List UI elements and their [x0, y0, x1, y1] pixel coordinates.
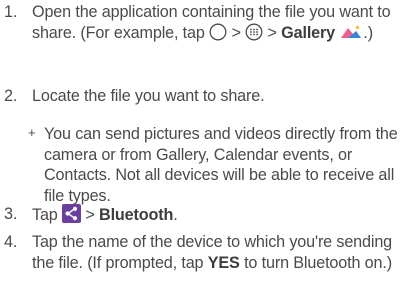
step-text: Tap [32, 206, 58, 224]
separator: > [231, 23, 241, 42]
step-3: 3. Tap > Bluetooth. [4, 204, 398, 229]
step-number: 1. [4, 3, 18, 21]
home-circle-icon [209, 23, 227, 47]
separator: > [267, 23, 277, 42]
step-number: 4. [4, 233, 18, 251]
bluetooth-label: Bluetooth [99, 206, 174, 224]
bullet-marker: + [28, 125, 36, 140]
instruction-document: 1. Open the application containing the f… [0, 0, 400, 295]
step-text-end: to turn Bluetooth on.) [244, 253, 392, 272]
yes-label: YES [207, 253, 240, 272]
step-1: 1. Open the application containing the f… [4, 2, 398, 46]
step-number: 3. [4, 205, 18, 223]
step-4: 4. Tap the name of the device to which y… [4, 232, 398, 273]
step-2: 2. Locate the file you want to share. [4, 86, 398, 107]
separator: > [85, 206, 95, 224]
step-number: 2. [4, 87, 18, 105]
apps-grid-icon [245, 23, 263, 47]
share-icon [62, 204, 82, 229]
gallery-label: Gallery [281, 23, 336, 42]
note: + You can send pictures and videos direc… [28, 124, 400, 206]
note-text: You can send pictures and videos directl… [44, 125, 398, 205]
gallery-icon [339, 23, 363, 47]
step-text: Locate the file you want to share. [32, 87, 265, 105]
